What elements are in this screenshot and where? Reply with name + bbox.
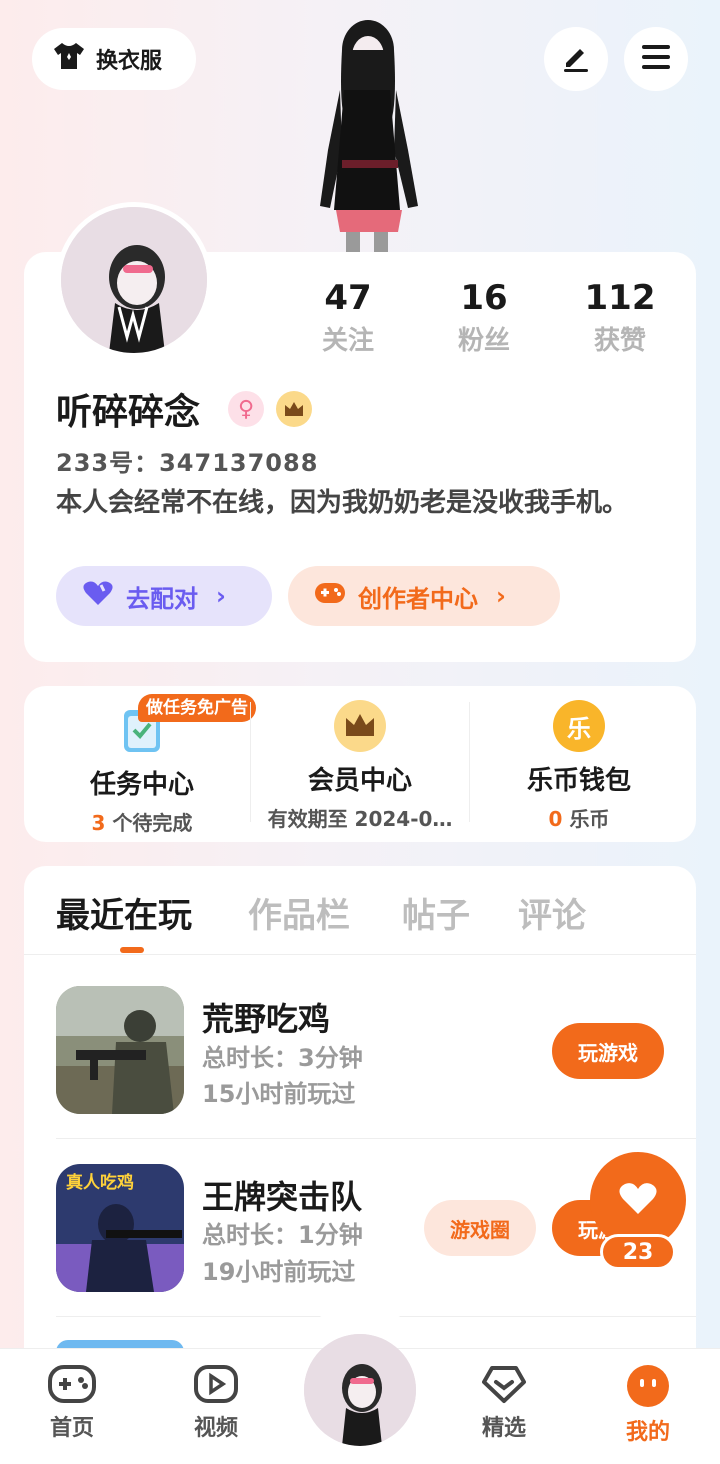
match-button[interactable]: 去配对 › <box>56 566 272 626</box>
user-id-label: 233号： <box>56 449 160 477</box>
face-icon <box>626 1365 670 1412</box>
vip-expiry: 有效期至 2024-0… <box>267 807 453 831</box>
video-icon <box>193 1365 239 1408</box>
chevron-right-icon: › <box>216 582 226 610</box>
avatar-character-figure[interactable] <box>290 10 440 254</box>
menu-button[interactable] <box>624 27 688 91</box>
nav-avatar-center[interactable] <box>304 1334 416 1446</box>
play-game-button[interactable]: 玩游戏 <box>552 1023 664 1079</box>
female-icon: ♀ <box>228 391 264 427</box>
nav-label: 视频 <box>193 1416 238 1441</box>
divider <box>24 954 696 955</box>
game-duration: 总时长：1分钟 <box>202 1221 363 1249</box>
stat-value: 47 <box>324 278 372 318</box>
coin-unit: 乐币 <box>569 807 610 831</box>
coin-wallet-sub: 0 乐币 <box>467 803 691 832</box>
game-duration: 总时长：3分钟 <box>202 1044 363 1072</box>
user-id: 233号：347137088 <box>56 443 318 478</box>
vip-center[interactable]: 会员中心 有效期至 2024-0… <box>248 700 472 832</box>
task-ad-free-tag: 做任务免广告 <box>138 694 256 722</box>
nav-label: 首页 <box>49 1416 94 1441</box>
game-name[interactable]: 荒野吃鸡 <box>202 994 330 1040</box>
task-center[interactable]: 任务中心 3 个待完成 <box>30 704 254 836</box>
stat-followers[interactable]: 16 粉丝 <box>424 278 544 357</box>
tab-works[interactable]: 作品栏 <box>248 888 350 937</box>
task-center-sub: 3 个待完成 <box>30 807 254 836</box>
bio: 本人会经常不在线，因为我奶奶老是没收我手机。 <box>56 488 629 518</box>
change-outfit-label: 换衣服 <box>96 49 163 74</box>
gamepad-icon <box>314 580 346 612</box>
heart-icon <box>82 579 114 613</box>
game-icon-text: 真人吃鸡 <box>66 1173 134 1193</box>
nav-video[interactable]: 视频 <box>166 1364 266 1442</box>
shirt-icon <box>52 41 86 77</box>
stat-label: 粉丝 <box>457 326 510 356</box>
creator-center-button[interactable]: 创作者中心 › <box>288 566 560 626</box>
crown-icon <box>334 700 386 752</box>
nav-home[interactable]: 首页 <box>22 1364 122 1442</box>
nav-label: 精选 <box>481 1416 526 1441</box>
creator-center-label: 创作者中心 <box>358 584 478 613</box>
stat-likes[interactable]: 112 获赞 <box>560 278 680 357</box>
stat-value: 112 <box>584 278 656 318</box>
coin-wallet[interactable]: 乐 乐币钱包 0 乐币 <box>467 700 691 832</box>
tab-comments[interactable]: 评论 <box>518 888 586 937</box>
tab-recent-played[interactable]: 最近在玩 <box>56 888 192 937</box>
vip-center-title: 会员中心 <box>307 766 412 796</box>
chevron-right-icon: › <box>496 582 506 610</box>
game-last-played: 19小时前玩过 <box>202 1258 356 1286</box>
avatar[interactable] <box>56 202 212 358</box>
nav-featured[interactable]: 精选 <box>454 1364 554 1442</box>
task-count: 3 <box>91 811 106 835</box>
nav-mine[interactable]: 我的 <box>598 1364 698 1446</box>
divider <box>56 1138 696 1139</box>
game-icon[interactable]: 真人吃鸡 <box>56 1164 184 1292</box>
game-name[interactable]: 王牌突击队 <box>202 1172 362 1218</box>
stat-label: 获赞 <box>593 326 646 356</box>
nav-label: 我的 <box>625 1420 670 1445</box>
hamburger-icon <box>640 43 672 75</box>
change-outfit-button[interactable]: 换衣服 <box>32 28 196 90</box>
edit-button[interactable] <box>544 27 608 91</box>
like-count: 23 <box>600 1234 676 1270</box>
coin-balance: 0 <box>548 807 563 831</box>
heart-icon <box>618 1180 658 1220</box>
task-center-title: 任务中心 <box>89 770 194 800</box>
match-label: 去配对 <box>126 584 198 613</box>
tab-posts[interactable]: 帖子 <box>402 888 470 937</box>
coin-icon: 乐 <box>553 700 605 752</box>
crown-icon <box>276 391 312 427</box>
user-id-value: 347137088 <box>159 449 319 477</box>
game-last-played: 15小时前玩过 <box>202 1080 356 1108</box>
heart-diamond-icon <box>480 1366 528 1408</box>
stat-following[interactable]: 47 关注 <box>288 278 408 357</box>
pencil-icon <box>560 41 592 77</box>
game-circle-button[interactable]: 游戏圈 <box>424 1200 536 1256</box>
game-icon[interactable] <box>56 986 184 1114</box>
stat-label: 关注 <box>321 326 374 356</box>
coin-wallet-title: 乐币钱包 <box>526 766 631 796</box>
gamepad-icon <box>47 1365 97 1408</box>
task-pending-label: 个待完成 <box>112 811 193 835</box>
stat-value: 16 <box>460 278 508 318</box>
username: 听碎碎念 <box>56 392 201 433</box>
tab-indicator <box>120 947 144 953</box>
